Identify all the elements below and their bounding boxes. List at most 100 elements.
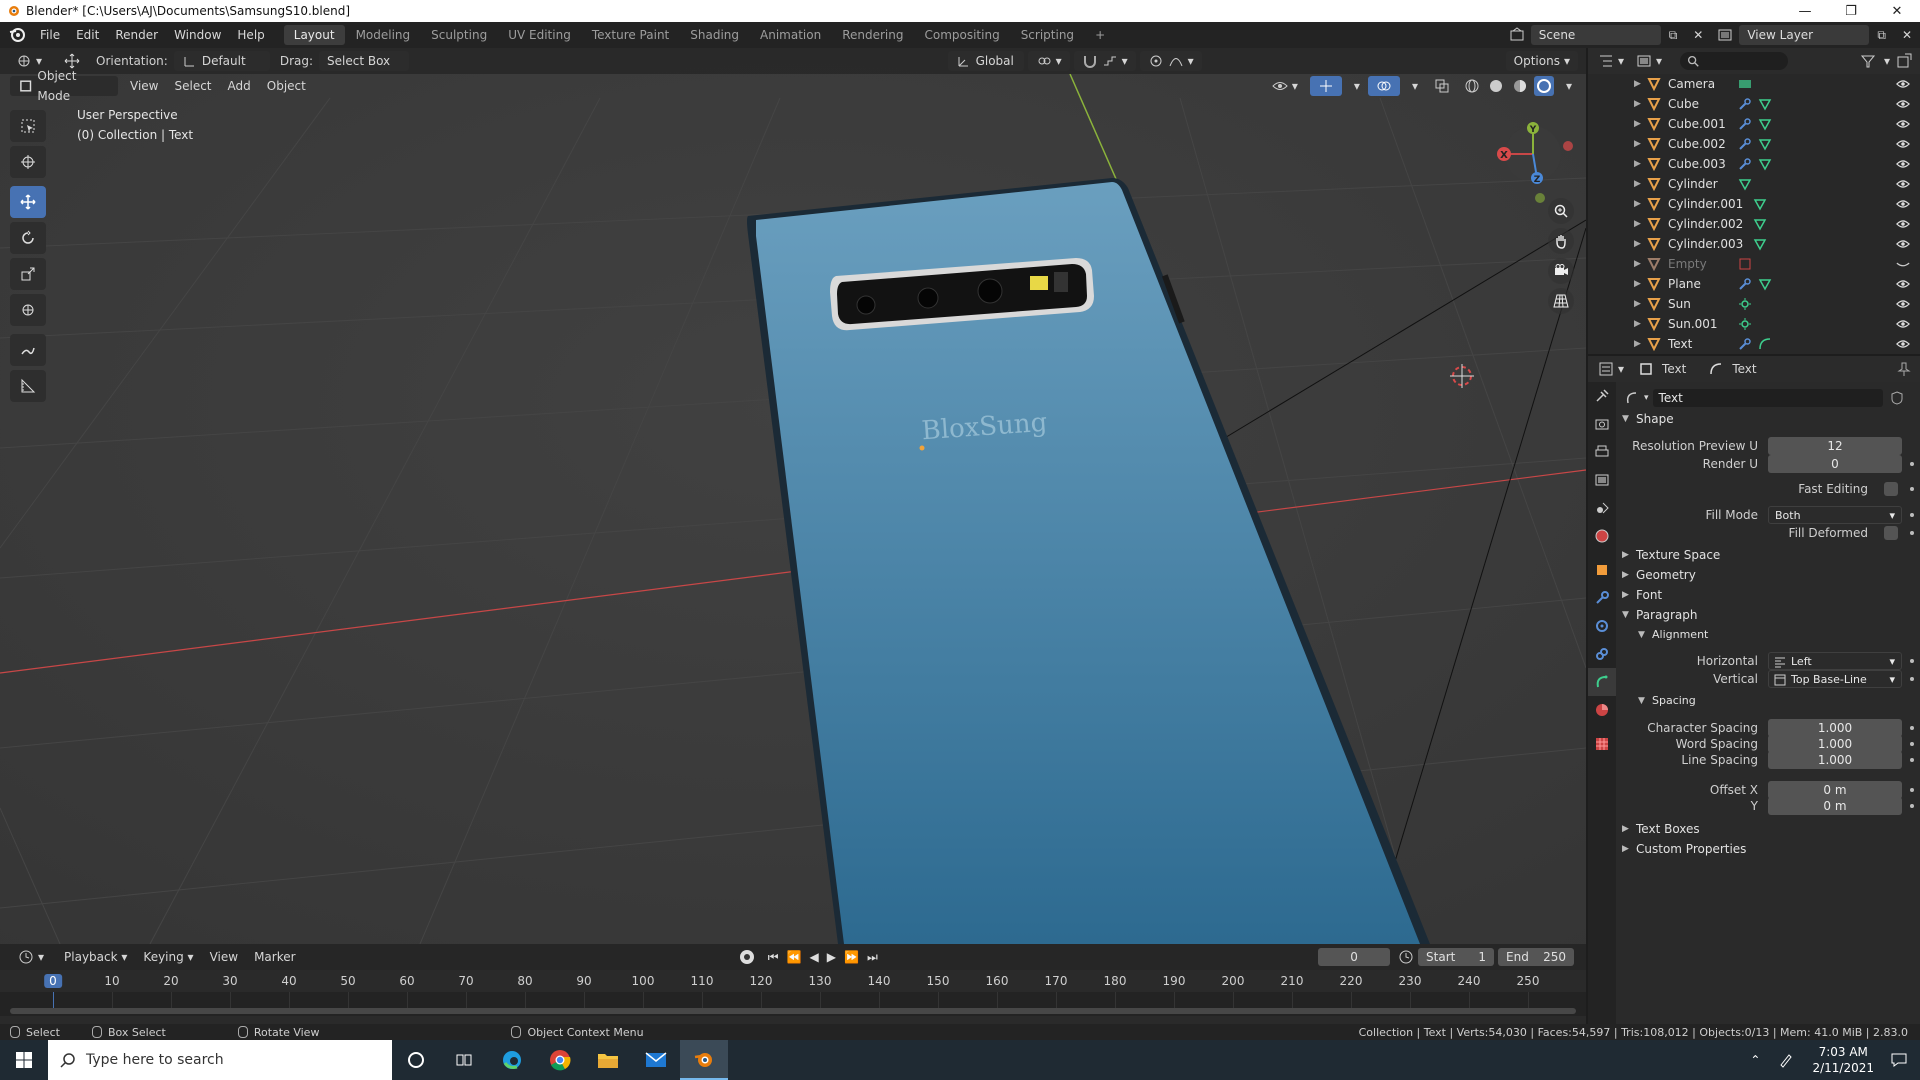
eye-icon[interactable]	[1896, 277, 1910, 291]
snap-toggle[interactable]: ▾	[1073, 51, 1136, 71]
timeline-ruler[interactable]: 0 10 20 30 40 50 60 70 80 90 100 110 120 130 140 150 160…	[0, 972, 1586, 992]
timeline-editor[interactable]: ▾ Playback ▾ Keying ▾ View Marker ⏮ ⏪ ◀ …	[0, 944, 1586, 1024]
expand-arrow-icon[interactable]: ▶	[1634, 319, 1646, 329]
expand-arrow-icon[interactable]: ▶	[1634, 279, 1646, 289]
section-paragraph[interactable]: ▼ Paragraph	[1622, 608, 1697, 622]
expand-arrow-icon[interactable]: ▶	[1634, 219, 1646, 229]
tab-scripting[interactable]: Scripting	[1011, 25, 1084, 45]
measure-tool[interactable]	[10, 370, 46, 402]
eye-icon[interactable]	[1896, 217, 1910, 231]
viewport-menu-view[interactable]: View	[122, 76, 166, 96]
orientation-dropdown[interactable]: Default	[173, 51, 270, 71]
tab-rendering[interactable]: Rendering	[832, 25, 913, 45]
expand-arrow-icon[interactable]: ▶	[1634, 179, 1646, 189]
object-mode-dropdown[interactable]: Object Mode	[10, 69, 118, 103]
scene-icon[interactable]	[1509, 27, 1525, 43]
outliner-item-empty[interactable]: ▶ Empty	[1588, 254, 1920, 274]
gizmos-toggle[interactable]	[1309, 76, 1342, 96]
scene-selector[interactable]: Scene	[1530, 25, 1661, 45]
end-frame-field[interactable]: End 250	[1498, 948, 1575, 966]
taskbar-mail[interactable]	[632, 1040, 680, 1080]
shading-material-button[interactable]	[1510, 76, 1530, 96]
fake-user-shield-icon[interactable]	[1889, 390, 1905, 406]
mesh-data-icon[interactable]	[1758, 97, 1772, 111]
eye-icon[interactable]	[1896, 117, 1910, 131]
shading-rendered-button[interactable]	[1533, 76, 1554, 96]
drag-dropdown[interactable]: Select Box	[319, 51, 410, 71]
eye-icon[interactable]	[1896, 337, 1910, 351]
tab-material[interactable]	[1588, 696, 1616, 724]
pin-icon[interactable]	[1896, 361, 1912, 377]
pen-icon[interactable]	[1778, 1052, 1794, 1068]
expand-arrow-icon[interactable]: ▶	[1634, 79, 1646, 89]
animate-property-dot[interactable]	[1910, 513, 1914, 517]
tab-world[interactable]	[1588, 522, 1616, 550]
expand-arrow-icon[interactable]: ▶	[1634, 339, 1646, 349]
resolution-preview-field[interactable]: 12	[1768, 437, 1902, 455]
datablock-name-field[interactable]: Text	[1652, 389, 1883, 407]
horizontal-align-dropdown[interactable]: Left ▾	[1768, 652, 1902, 670]
fill-mode-dropdown[interactable]: Both ▾	[1768, 506, 1902, 524]
viewport-menu-object[interactable]: Object	[259, 76, 314, 96]
wrench-icon[interactable]	[1738, 117, 1752, 131]
tab-texture[interactable]	[1588, 730, 1616, 758]
section-shape[interactable]: ▼ Shape	[1622, 412, 1674, 426]
timeline-editor-type-button[interactable]: ▾	[10, 947, 52, 967]
properties-editor-type-button[interactable]: ▾	[1596, 359, 1626, 379]
expand-arrow-icon[interactable]: ▶	[1634, 259, 1646, 269]
jump-keyframe-back-button[interactable]: ⏪	[787, 950, 802, 964]
vertical-align-dropdown[interactable]: Top Base-Line ▾	[1768, 670, 1902, 688]
section-texture-space[interactable]: ▶ Texture Space	[1622, 548, 1720, 562]
animate-property-dot[interactable]	[1910, 659, 1914, 663]
start-button[interactable]	[0, 1040, 48, 1080]
tab-object[interactable]	[1588, 556, 1616, 584]
animate-property-dot[interactable]	[1910, 788, 1914, 792]
animate-property-dot[interactable]	[1910, 487, 1914, 491]
start-frame-field[interactable]: Start 1	[1418, 948, 1495, 966]
delete-view-layer-button[interactable]: ✕	[1894, 25, 1920, 45]
tab-compositing[interactable]: Compositing	[914, 25, 1009, 45]
animate-property-dot[interactable]	[1910, 726, 1914, 730]
close-button[interactable]: ✕	[1874, 4, 1920, 19]
wrench-icon[interactable]	[1738, 137, 1752, 151]
wrench-icon[interactable]	[1738, 277, 1752, 291]
eye-icon[interactable]	[1896, 317, 1910, 331]
preview-range-icon[interactable]	[1398, 949, 1414, 965]
tab-physics[interactable]	[1588, 612, 1616, 640]
fast-editing-checkbox[interactable]	[1884, 482, 1898, 496]
view-layer-selector[interactable]: View Layer	[1739, 25, 1870, 45]
tab-uv-editing[interactable]: UV Editing	[498, 25, 581, 45]
taskbar-file-explorer[interactable]	[584, 1040, 632, 1080]
cursor-tool[interactable]	[10, 146, 46, 178]
expand-arrow-icon[interactable]: ▶	[1634, 239, 1646, 249]
tab-view-layer[interactable]	[1588, 466, 1616, 494]
properties-editor[interactable]: ▾ Text Text ▾ Text ▼ Shape Resolution Pr…	[1588, 356, 1920, 1024]
play-button[interactable]: ▶	[827, 950, 836, 964]
eye-icon[interactable]	[1896, 137, 1910, 151]
object-breadcrumb[interactable]: Text	[1662, 362, 1686, 376]
gizmos-dropdown[interactable]: ▾	[1346, 76, 1368, 96]
outliner-search-input[interactable]	[1680, 52, 1789, 70]
mesh-data-icon[interactable]	[1753, 217, 1767, 231]
menu-edit[interactable]: Edit	[68, 22, 107, 48]
data-breadcrumb[interactable]: Text	[1732, 362, 1756, 376]
play-reverse-button[interactable]: ◀	[810, 950, 819, 964]
outliner-item-sun-001[interactable]: ▶ Sun.001	[1588, 314, 1920, 334]
view-layer-icon[interactable]	[1717, 27, 1733, 43]
viewport-scene[interactable]	[0, 48, 1586, 944]
outliner-item-text[interactable]: ▶ Text	[1588, 334, 1920, 354]
jump-end-button[interactable]: ⏭	[867, 950, 878, 965]
tab-layout[interactable]: Layout	[283, 25, 345, 45]
new-scene-button[interactable]: ⧉	[1661, 25, 1686, 45]
shading-wireframe-button[interactable]	[1462, 76, 1482, 96]
expand-arrow-icon[interactable]: ▶	[1634, 139, 1646, 149]
overlays-toggle[interactable]	[1367, 76, 1400, 96]
viewport-menu-add[interactable]: Add	[220, 76, 259, 96]
shading-solid-button[interactable]	[1486, 76, 1506, 96]
expand-arrow-icon[interactable]: ▶	[1634, 99, 1646, 109]
timeline-menu-marker[interactable]: Marker	[246, 947, 303, 967]
zoom-button[interactable]	[1548, 198, 1574, 224]
3d-viewport[interactable]: X Y Z BloxSung ▾ Orientation: Default Dr…	[0, 48, 1586, 944]
animate-property-dot[interactable]	[1910, 804, 1914, 808]
menu-file[interactable]: File	[32, 22, 68, 48]
